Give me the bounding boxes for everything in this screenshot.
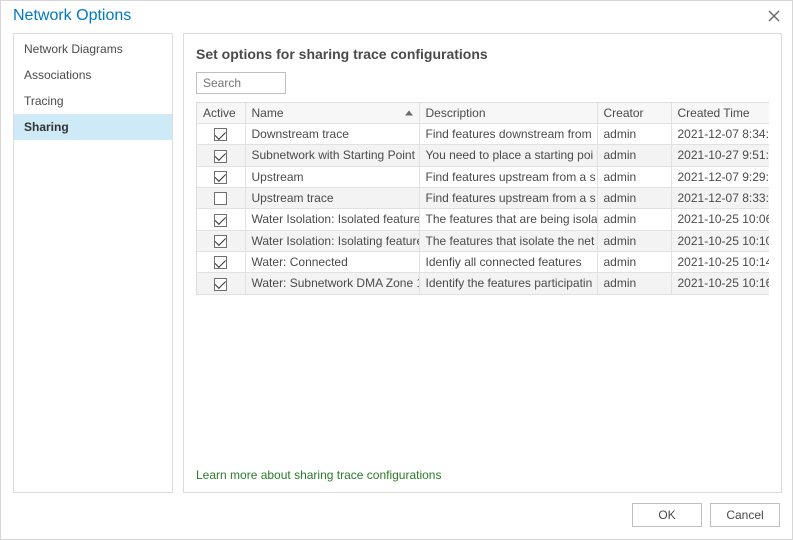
- cell-creator: admin: [597, 187, 671, 208]
- cell-description: Identify the features participatin: [419, 273, 597, 294]
- sidebar-item-label: Sharing: [24, 120, 69, 134]
- col-header-active[interactable]: Active: [197, 103, 245, 124]
- cell-created-time: 2021-12-07 8:34:4: [671, 124, 769, 145]
- active-checkbox[interactable]: [214, 171, 227, 184]
- cell-creator: admin: [597, 124, 671, 145]
- cell-creator: admin: [597, 145, 671, 166]
- cell-created-time: 2021-10-27 9:51:2: [671, 145, 769, 166]
- cell-description: You need to place a starting poi: [419, 145, 597, 166]
- cell-active: [197, 166, 245, 187]
- cell-creator: admin: [597, 166, 671, 187]
- table-row[interactable]: Water: Subnetwork DMA Zone 1Identify the…: [197, 273, 769, 294]
- table-row[interactable]: UpstreamFind features upstream from a sa…: [197, 166, 769, 187]
- cell-creator: admin: [597, 209, 671, 230]
- cell-description: The features that isolate the net: [419, 230, 597, 251]
- col-header-creator[interactable]: Creator: [597, 103, 671, 124]
- cell-description: Idenfiy all connected features: [419, 251, 597, 272]
- cell-name: Water: Subnetwork DMA Zone 1: [245, 273, 419, 294]
- dialog-footer: OK Cancel: [1, 493, 792, 539]
- cell-name: Upstream: [245, 166, 419, 187]
- active-checkbox[interactable]: [214, 256, 227, 269]
- sidebar-item-network-diagrams[interactable]: Network Diagrams: [14, 36, 172, 62]
- active-checkbox[interactable]: [214, 214, 227, 227]
- active-checkbox[interactable]: [214, 128, 227, 141]
- cell-description: Find features upstream from a s: [419, 187, 597, 208]
- cell-description: Find features upstream from a s: [419, 166, 597, 187]
- cell-name: Downstream trace: [245, 124, 419, 145]
- cell-created-time: 2021-10-25 10:14: [671, 251, 769, 272]
- active-checkbox[interactable]: [214, 150, 227, 163]
- main-panel: Set options for sharing trace configurat…: [183, 33, 782, 493]
- cell-creator: admin: [597, 251, 671, 272]
- dialog-body: Network Diagrams Associations Tracing Sh…: [1, 33, 792, 493]
- close-icon: [768, 10, 780, 22]
- close-button[interactable]: [766, 8, 782, 24]
- cell-active: [197, 251, 245, 272]
- col-header-created-time[interactable]: Created Time: [671, 103, 769, 124]
- cell-active: [197, 230, 245, 251]
- col-header-description[interactable]: Description: [419, 103, 597, 124]
- sidebar-item-label: Associations: [24, 68, 91, 82]
- cancel-button[interactable]: Cancel: [710, 503, 780, 527]
- active-checkbox[interactable]: [214, 192, 227, 205]
- search-input[interactable]: [196, 72, 286, 94]
- cell-active: [197, 145, 245, 166]
- sidebar-item-sharing[interactable]: Sharing: [14, 114, 172, 140]
- sidebar-item-label: Network Diagrams: [24, 42, 123, 56]
- cell-name: Upstream trace: [245, 187, 419, 208]
- trace-config-table: Active Name Description Creator Created …: [196, 102, 769, 295]
- sidebar-item-associations[interactable]: Associations: [14, 62, 172, 88]
- cell-creator: admin: [597, 230, 671, 251]
- cell-active: [197, 273, 245, 294]
- cell-name: Water: Connected: [245, 251, 419, 272]
- active-checkbox[interactable]: [214, 235, 227, 248]
- active-checkbox[interactable]: [214, 278, 227, 291]
- cell-name: Subnetwork with Starting Point: [245, 145, 419, 166]
- cell-creator: admin: [597, 273, 671, 294]
- cell-name: Water Isolation: Isolated features: [245, 209, 419, 230]
- ok-button[interactable]: OK: [632, 503, 702, 527]
- sort-ascending-icon: [405, 111, 413, 116]
- cell-created-time: 2021-10-25 10:16: [671, 273, 769, 294]
- cell-created-time: 2021-12-07 8:33:4: [671, 187, 769, 208]
- cell-created-time: 2021-10-25 10:10: [671, 230, 769, 251]
- titlebar: Network Options: [1, 1, 792, 33]
- table-row[interactable]: Subnetwork with Starting PointYou need t…: [197, 145, 769, 166]
- learn-more-link[interactable]: Learn more about sharing trace configura…: [196, 460, 769, 482]
- cell-description: Find features downstream from: [419, 124, 597, 145]
- cell-description: The features that are being isola: [419, 209, 597, 230]
- table-header-row: Active Name Description Creator Created …: [197, 103, 769, 124]
- table-row[interactable]: Water Isolation: Isolating featuresThe f…: [197, 230, 769, 251]
- cell-name: Water Isolation: Isolating features: [245, 230, 419, 251]
- sidebar-item-label: Tracing: [24, 94, 64, 108]
- page-heading: Set options for sharing trace configurat…: [196, 46, 769, 62]
- cell-active: [197, 187, 245, 208]
- dialog-title: Network Options: [13, 7, 131, 25]
- cell-created-time: 2021-12-07 9:29:2: [671, 166, 769, 187]
- table-row[interactable]: Water Isolation: Isolated featuresThe fe…: [197, 209, 769, 230]
- network-options-dialog: Network Options Network Diagrams Associa…: [0, 0, 793, 540]
- table-row[interactable]: Water: ConnectedIdenfiy all connected fe…: [197, 251, 769, 272]
- col-header-name[interactable]: Name: [245, 103, 419, 124]
- sidebar-item-tracing[interactable]: Tracing: [14, 88, 172, 114]
- sidebar: Network Diagrams Associations Tracing Sh…: [13, 33, 173, 493]
- table-row[interactable]: Upstream traceFind features upstream fro…: [197, 187, 769, 208]
- cell-active: [197, 124, 245, 145]
- cell-active: [197, 209, 245, 230]
- table-row[interactable]: Downstream traceFind features downstream…: [197, 124, 769, 145]
- cell-created-time: 2021-10-25 10:06: [671, 209, 769, 230]
